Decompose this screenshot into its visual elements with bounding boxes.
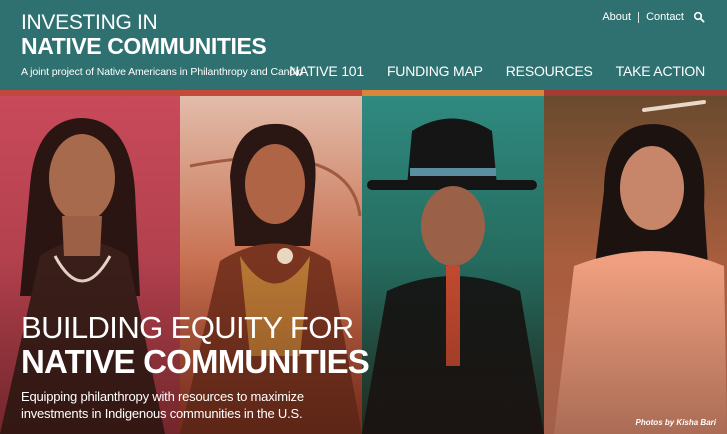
utility-divider (638, 11, 640, 23)
contact-link[interactable]: Contact (646, 11, 684, 23)
hero-title-line1: BUILDING EQUITY FOR (21, 310, 354, 345)
site-tagline: A joint project of Native Americans in P… (21, 66, 304, 78)
search-icon[interactable] (693, 11, 705, 23)
site-logo[interactable]: INVESTING IN NATIVE COMMUNITIES (21, 11, 267, 59)
nav-item-take-action[interactable]: TAKE ACTION (616, 63, 706, 79)
main-nav: NATIVE 101 FUNDING MAP RESOURCES TAKE AC… (266, 63, 705, 79)
nav-item-native-101[interactable]: NATIVE 101 (289, 63, 364, 79)
nav-item-resources[interactable]: RESOURCES (506, 63, 593, 79)
nav-item-funding-map[interactable]: FUNDING MAP (387, 63, 483, 79)
hero-title-line2: NATIVE COMMUNITIES (21, 343, 370, 380)
logo-line1: INVESTING IN (21, 11, 158, 34)
photo-credit: Photos by Kisha Bari (635, 418, 716, 427)
utility-nav: About Contact (602, 11, 705, 23)
about-link[interactable]: About (602, 11, 631, 23)
site-header: INVESTING IN NATIVE COMMUNITIES A joint … (0, 0, 727, 90)
hero-section: BUILDING EQUITY FOR NATIVE COMMUNITIES E… (21, 310, 370, 422)
hero-subtitle: Equipping philanthropy with resources to… (21, 389, 304, 421)
logo-line2: NATIVE COMMUNITIES (21, 33, 267, 59)
